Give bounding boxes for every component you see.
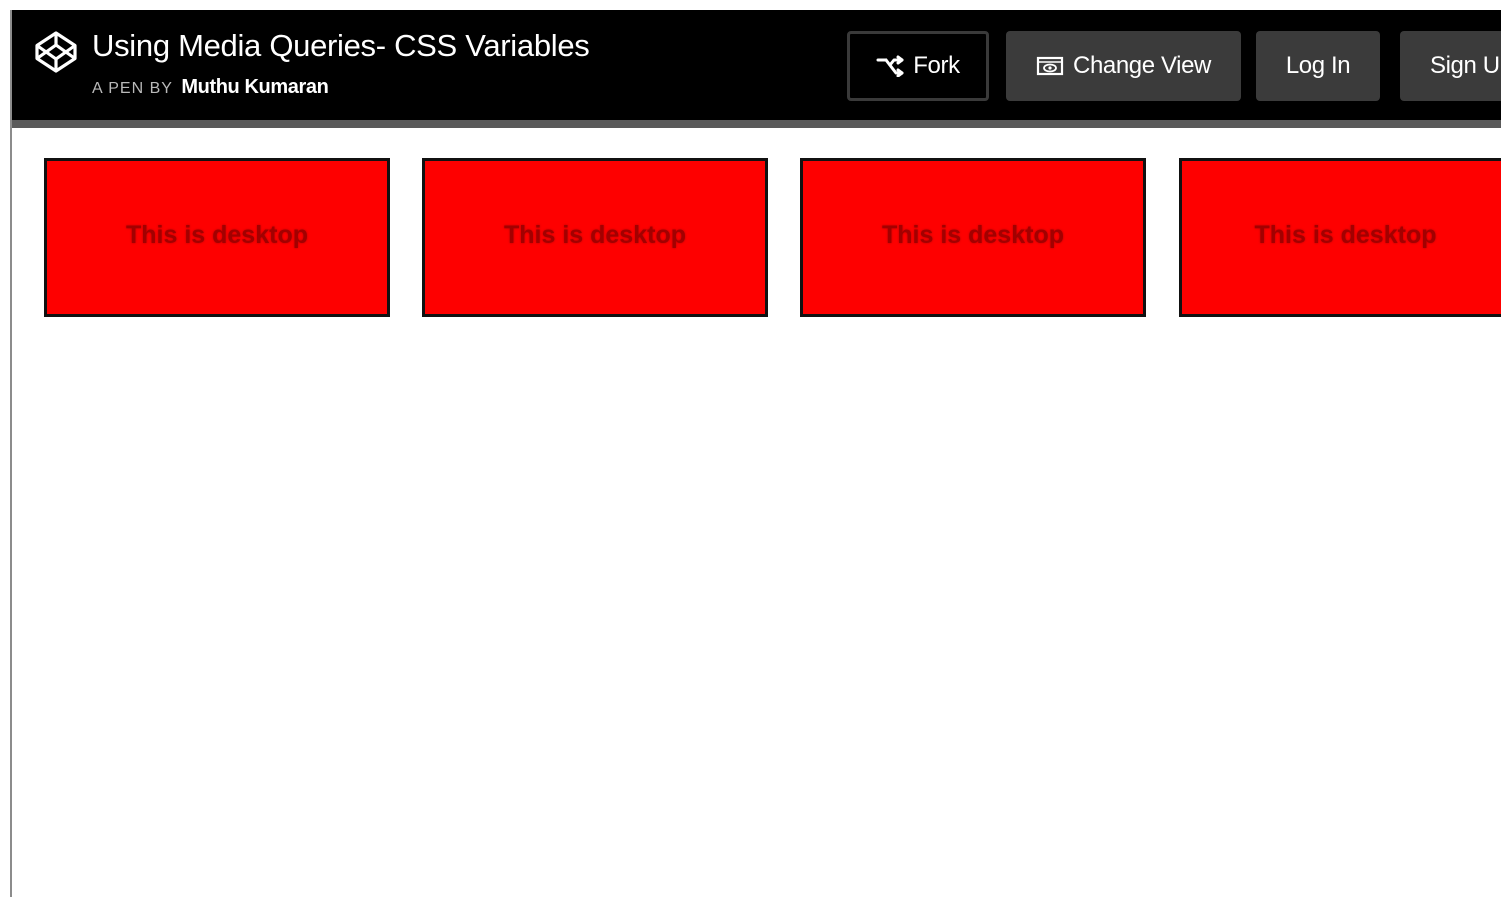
fork-label: Fork — [913, 52, 960, 79]
change-view-button[interactable]: Change View — [1006, 31, 1241, 101]
pen-title: Using Media Queries- CSS Variables — [92, 28, 590, 63]
eye-icon — [1036, 55, 1064, 77]
codepen-logo-icon[interactable] — [34, 30, 78, 74]
desktop-box-label: This is desktop — [504, 221, 686, 249]
author-link[interactable]: Muthu Kumaran — [181, 76, 328, 98]
desktop-box-4: This is desktop — [1179, 158, 1501, 317]
signup-button[interactable]: Sign Up — [1400, 31, 1501, 101]
header-divider — [12, 120, 1501, 128]
signup-label: Sign Up — [1430, 52, 1501, 79]
desktop-box-label: This is desktop — [1254, 221, 1437, 249]
desktop-box-label: This is desktop — [126, 221, 308, 249]
desktop-box-label: This is desktop — [882, 221, 1064, 249]
login-button[interactable]: Log In — [1256, 31, 1380, 101]
fork-icon — [876, 55, 904, 77]
desktop-box-1: This is desktop — [44, 158, 390, 317]
change-view-label: Change View — [1073, 52, 1211, 79]
fork-button[interactable]: Fork — [847, 31, 989, 101]
login-label: Log In — [1285, 52, 1351, 79]
desktop-box-3: This is desktop — [800, 158, 1146, 317]
desktop-box-2: This is desktop — [422, 158, 768, 317]
codepen-embed-frame: Using Media Queries- CSS Variables A PEN… — [10, 10, 1501, 897]
pen-byline: A PEN BY Muthu Kumaran — [92, 76, 329, 99]
byline-prefix: A PEN BY — [92, 80, 173, 97]
pen-header: Using Media Queries- CSS Variables A PEN… — [12, 10, 1501, 120]
